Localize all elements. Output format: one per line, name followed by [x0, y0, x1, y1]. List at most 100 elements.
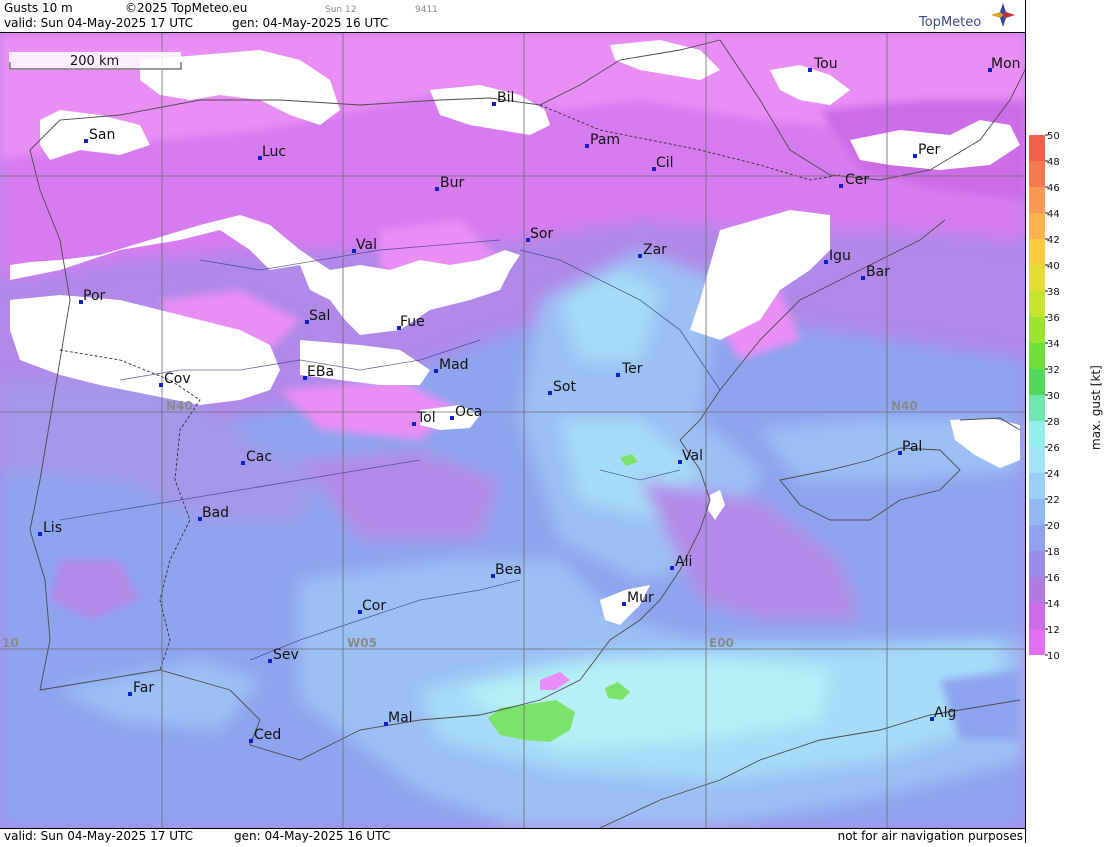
city-val1[interactable]: Val	[352, 237, 377, 253]
city-por[interactable]: Por	[79, 288, 106, 304]
city-cov[interactable]: Cov	[159, 371, 191, 387]
legend-tick-label: 18	[1047, 547, 1060, 558]
legend-swatch	[1029, 213, 1045, 239]
topmeteo-logo: TopMeteo	[917, 3, 1017, 31]
city-pal[interactable]: Pal	[898, 439, 922, 455]
city-bar[interactable]: Bar	[861, 264, 890, 280]
legend-swatch	[1029, 525, 1045, 551]
legend-tick-label: 22	[1047, 495, 1060, 506]
city-mad[interactable]: Mad	[434, 357, 469, 373]
legend-swatch	[1029, 499, 1045, 525]
legend-swatch	[1029, 291, 1045, 317]
legend-swatch	[1029, 629, 1045, 655]
legend-swatch	[1029, 447, 1045, 473]
city-sev[interactable]: Sev	[268, 647, 299, 663]
city-label: Val	[356, 237, 377, 253]
city-label: Ter	[621, 361, 643, 377]
brand-name: TopMeteo	[919, 15, 982, 30]
legend-tick-label: 36	[1047, 313, 1060, 324]
map-footer: valid: Sun 04-May-2025 17 UTC gen: 04-Ma…	[0, 828, 1025, 844]
city-alg[interactable]: Alg	[930, 705, 956, 721]
legend-tick-label: 48	[1047, 157, 1060, 168]
city-label: Mur	[627, 590, 654, 606]
gust-map-canvas: N40 N40 W05 E00 10 200 km Tou Mon Bil Sa…	[0, 33, 1025, 828]
city-label: Igu	[829, 248, 851, 264]
legend-ticks: 50 48 46 44 42 40 38 36 34 32 30 28 26 24 22 20 18 16 14 12…	[1045, 131, 1060, 662]
city-ced[interactable]: Ced	[249, 727, 281, 743]
legend-tick-label: 28	[1047, 417, 1060, 428]
city-label: Sor	[530, 226, 553, 242]
city-label: Per	[918, 142, 941, 158]
run-label: Sun 12	[325, 5, 357, 15]
city-label: Zar	[643, 242, 667, 258]
legend-tick-label: 14	[1047, 599, 1060, 610]
city-label: Bad	[202, 505, 229, 521]
city-per[interactable]: Per	[913, 142, 941, 158]
city-label: Por	[83, 288, 106, 304]
city-label: Pal	[902, 439, 922, 455]
city-cor[interactable]: Cor	[358, 598, 386, 614]
city-label: Cer	[845, 172, 869, 188]
legend-tick-label: 24	[1047, 469, 1060, 480]
city-label: Ali	[675, 554, 692, 570]
city-luc[interactable]: Luc	[258, 144, 286, 160]
legend-title: max. gust [kt]	[1089, 365, 1103, 450]
city-mur[interactable]: Mur	[622, 590, 654, 606]
legend-tick-label: 32	[1047, 365, 1060, 376]
legend-tick-label: 34	[1047, 339, 1060, 350]
city-bur[interactable]: Bur	[435, 175, 464, 191]
city-mon[interactable]: Mon	[988, 56, 1021, 72]
legend-swatch	[1029, 187, 1045, 213]
legend-swatch	[1029, 265, 1045, 291]
legend-panel: 50 48 46 44 42 40 38 36 34 32 30 28 26 24 22 20 18 16 14 12…	[1025, 0, 1117, 843]
city-label: Lis	[43, 520, 62, 536]
city-label: Mad	[439, 357, 469, 373]
city-zar[interactable]: Zar	[638, 242, 667, 258]
city-val2[interactable]: Val	[678, 448, 703, 464]
legend-swatch	[1029, 343, 1045, 369]
legend-tick-label: 40	[1047, 261, 1060, 272]
city-label: Bil	[497, 90, 514, 106]
legend-swatch	[1029, 239, 1045, 265]
legend-swatch	[1029, 161, 1045, 187]
city-bea[interactable]: Bea	[491, 562, 522, 578]
copyright-text: ©2025 TopMeteo.eu	[125, 1, 248, 15]
legend-swatch	[1029, 317, 1045, 343]
city-label: Bea	[495, 562, 522, 578]
scale-bar: 200 km	[9, 52, 182, 70]
legend-swatch	[1029, 577, 1045, 603]
city-oca[interactable]: Oca	[450, 404, 482, 420]
city-label: Mon	[991, 56, 1021, 72]
city-bad[interactable]: Bad	[198, 505, 229, 521]
city-label: Sal	[309, 308, 330, 324]
legend-tick-label: 46	[1047, 183, 1060, 194]
city-label: Luc	[262, 144, 286, 160]
city-mal[interactable]: Mal	[384, 710, 413, 726]
city-label: Cor	[362, 598, 386, 614]
city-label: Far	[133, 680, 154, 696]
city-igu[interactable]: Igu	[824, 248, 851, 264]
city-label: Val	[682, 448, 703, 464]
city-label: Bar	[866, 264, 890, 280]
legend-swatch	[1029, 369, 1045, 395]
gust-map[interactable]: N40 N40 W05 E00 10 200 km Tou Mon Bil Sa…	[0, 33, 1025, 828]
city-eba[interactable]: EBa	[303, 364, 334, 380]
city-san[interactable]: San	[84, 127, 115, 143]
city-label: Cac	[246, 449, 272, 465]
city-sot[interactable]: Sot	[548, 379, 576, 395]
city-label: Cil	[656, 155, 674, 171]
city-sor[interactable]: Sor	[526, 226, 553, 242]
city-pam[interactable]: Pam	[585, 132, 620, 148]
legend-swatch	[1029, 551, 1045, 577]
legend-tick-label: 42	[1047, 235, 1060, 246]
legend-tick-label: 38	[1047, 287, 1060, 298]
city-label: Sev	[273, 647, 299, 663]
city-label: EBa	[307, 364, 334, 380]
city-cil[interactable]: Cil	[652, 155, 674, 171]
city-cac[interactable]: Cac	[241, 449, 272, 465]
city-fue[interactable]: Fue	[397, 314, 425, 330]
city-label: San	[89, 127, 115, 143]
city-sal[interactable]: Sal	[305, 308, 330, 324]
city-label: Bur	[440, 175, 464, 191]
valid-time: valid: Sun 04-May-2025 17 UTC	[4, 16, 193, 30]
